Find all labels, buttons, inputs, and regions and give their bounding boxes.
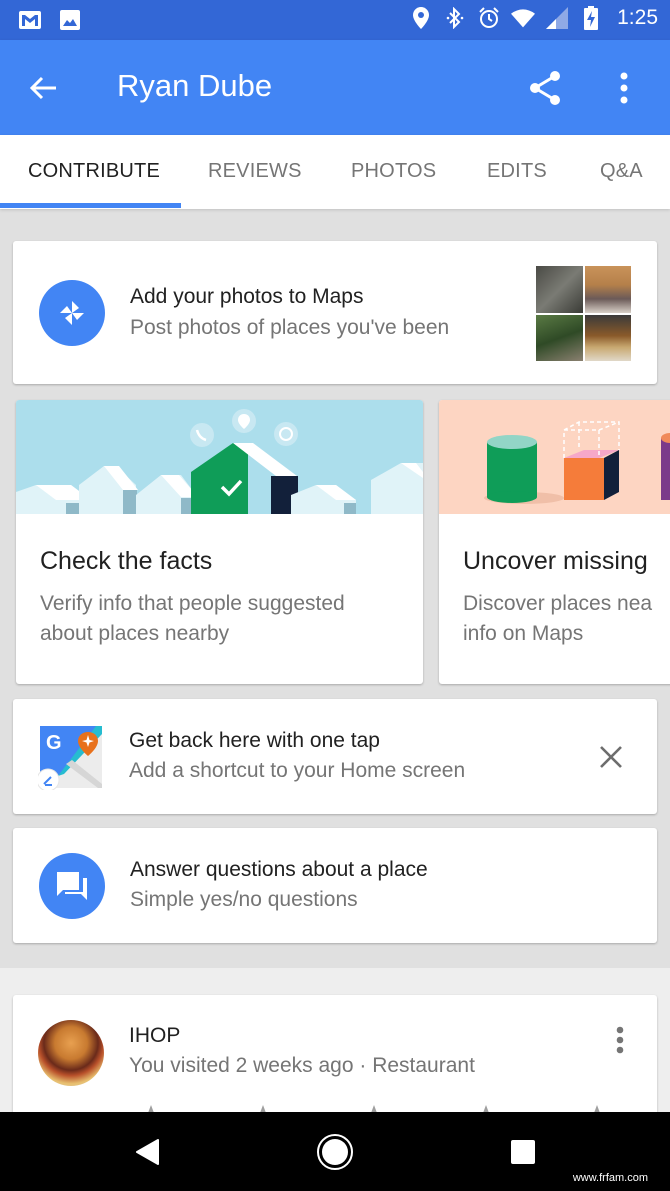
add-photos-card[interactable]: Add your photos to Maps Post photos of p… bbox=[13, 241, 657, 384]
description-line: Verify info that people suggested bbox=[40, 592, 345, 615]
nav-recents-icon[interactable] bbox=[503, 1132, 543, 1172]
photo-thumbnail bbox=[584, 266, 631, 313]
shortcut-title: Get back here with one tap bbox=[129, 729, 380, 752]
status-bar: 1:25 bbox=[0, 0, 670, 40]
uncover-missing-description: Discover places nea info on Maps bbox=[463, 589, 670, 649]
answer-questions-card[interactable]: Answer questions about a place Simple ye… bbox=[13, 828, 657, 943]
tab-indicator bbox=[0, 203, 181, 208]
watermark: www.frfam.com bbox=[572, 1172, 648, 1184]
nav-back-icon[interactable] bbox=[127, 1132, 167, 1172]
answer-questions-title: Answer questions about a place bbox=[130, 858, 428, 881]
shortcut-subtitle: Add a shortcut to your Home screen bbox=[129, 759, 466, 782]
add-photos-subtitle: Post photos of places you've been bbox=[130, 316, 450, 339]
description-line: info on Maps bbox=[463, 622, 584, 645]
photo-thumbnail bbox=[536, 266, 583, 313]
more-vert-icon[interactable] bbox=[605, 1025, 635, 1059]
tab-reviews[interactable]: REVIEWS bbox=[208, 160, 302, 183]
google-maps-shortcut-icon: G bbox=[36, 724, 104, 792]
system-nav-bar: www.frfam.com bbox=[0, 1112, 670, 1191]
svg-text:G: G bbox=[46, 732, 62, 754]
status-time: 1:25 bbox=[617, 6, 658, 29]
share-icon[interactable] bbox=[526, 68, 566, 108]
tab-qa[interactable]: Q&A bbox=[600, 160, 643, 183]
description-line: Discover places nea bbox=[463, 592, 653, 615]
tab-contribute[interactable]: CONTRIBUTE bbox=[28, 160, 160, 183]
wifi-icon bbox=[511, 6, 536, 30]
more-vert-icon[interactable] bbox=[606, 68, 642, 108]
signal-icon bbox=[545, 6, 569, 30]
photo-thumbnails bbox=[536, 266, 631, 361]
pinwheel-photos-icon bbox=[39, 280, 105, 346]
check-facts-description: Verify info that people suggested about … bbox=[40, 589, 400, 649]
uncover-missing-card[interactable]: Uncover missing Discover places nea info… bbox=[439, 400, 670, 684]
app-bar: Ryan Dube bbox=[0, 40, 670, 135]
description-line: about places nearby bbox=[40, 622, 230, 645]
tab-photos[interactable]: PHOTOS bbox=[351, 160, 436, 183]
answer-questions-subtitle: Simple yes/no questions bbox=[130, 888, 358, 911]
shapes-illustration bbox=[439, 400, 670, 514]
nav-home-icon[interactable] bbox=[315, 1132, 355, 1172]
location-icon bbox=[409, 6, 433, 30]
close-icon[interactable] bbox=[593, 739, 629, 775]
bluetooth-icon bbox=[443, 6, 467, 30]
check-facts-title: Check the facts bbox=[40, 547, 213, 575]
chat-bubbles-icon bbox=[39, 853, 105, 919]
photo-thumbnail bbox=[584, 314, 631, 361]
page-title: Ryan Dube bbox=[117, 68, 273, 103]
check-facts-card[interactable]: Check the facts Verify info that people … bbox=[16, 400, 423, 684]
gallery-icon bbox=[58, 8, 82, 32]
battery-charging-icon bbox=[579, 6, 603, 30]
screen: 1:25 Ryan Dube CONTRIBUTE REVIEWS PHOTOS… bbox=[0, 0, 670, 1191]
arrow-back-icon[interactable] bbox=[26, 70, 62, 106]
uncover-missing-title: Uncover missing bbox=[463, 547, 648, 575]
tab-bar: CONTRIBUTE REVIEWS PHOTOS EDITS Q&A bbox=[0, 135, 670, 209]
place-avatar bbox=[38, 1020, 104, 1086]
place-visit-info: You visited 2 weeks ago · Restaurant bbox=[129, 1054, 475, 1077]
alarm-icon bbox=[477, 6, 501, 30]
gmail-icon bbox=[18, 8, 42, 32]
place-name: IHOP bbox=[129, 1024, 181, 1047]
photo-thumbnail bbox=[536, 314, 583, 361]
tab-edits[interactable]: EDITS bbox=[487, 160, 547, 183]
houses-checkmark-illustration bbox=[16, 400, 423, 514]
add-photos-title: Add your photos to Maps bbox=[130, 285, 364, 308]
shortcut-card[interactable]: G Get back here with one tap Add a short… bbox=[13, 699, 657, 814]
